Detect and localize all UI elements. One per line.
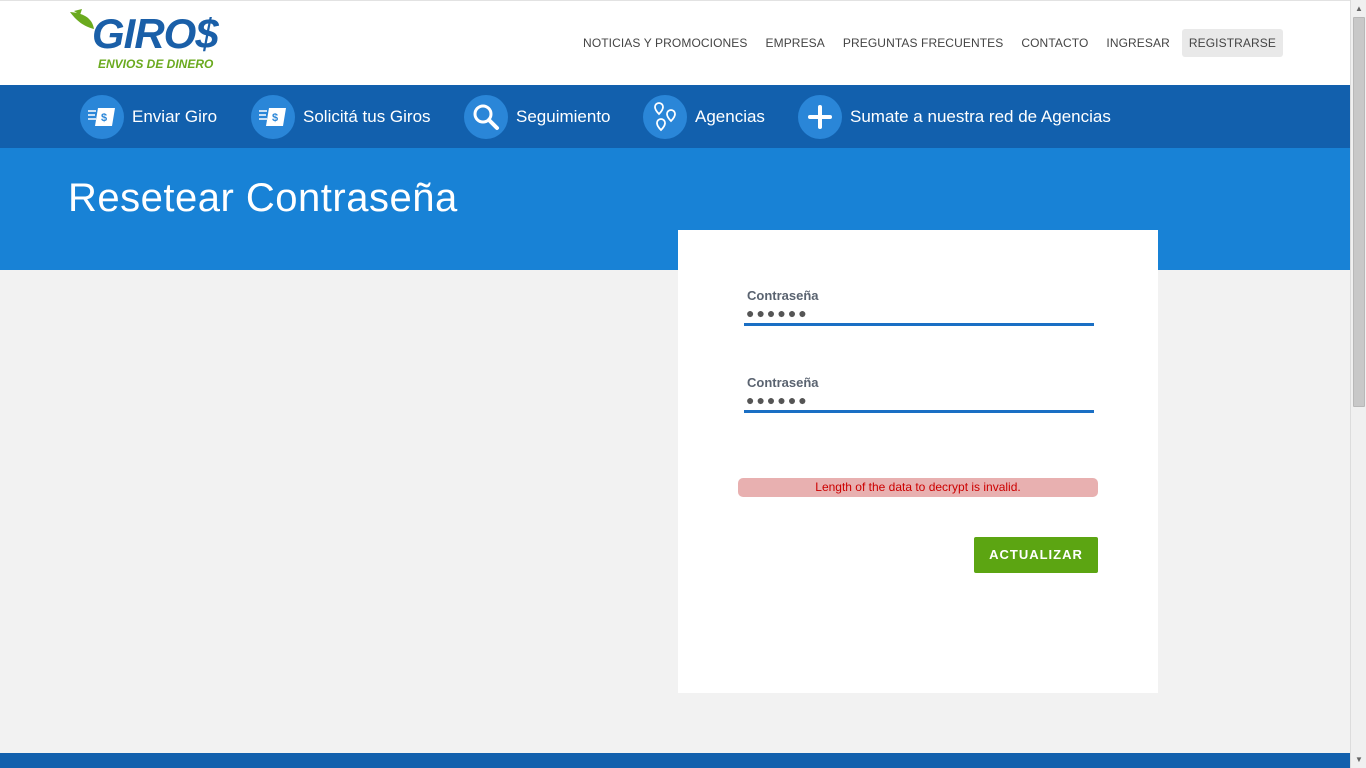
mainnav-label: Seguimiento <box>516 107 611 126</box>
topnav-registrarse[interactable]: REGISTRARSE <box>1181 29 1283 57</box>
topnav-preguntas[interactable]: PREGUNTAS FRECUENTES <box>834 29 1012 57</box>
topnav-empresa[interactable]: EMPRESA <box>757 29 834 57</box>
logo-tagline: ENVIOS DE DINERO <box>98 57 214 71</box>
page-title: Resetear Contraseña <box>68 176 458 220</box>
plus-icon <box>798 95 842 139</box>
giros-logo[interactable]: GIRO$ ENVIOS DE DINERO <box>68 9 228 73</box>
vertical-scrollbar[interactable]: ▲ ▼ <box>1350 0 1366 768</box>
main-navigation: $ Enviar Giro $ Solicitá tus Giros Segui… <box>0 85 1350 148</box>
mainnav-agencias[interactable]: Agencias <box>643 95 765 139</box>
scroll-down-arrow-icon[interactable]: ▼ <box>1351 751 1366 768</box>
confirm-password-label: Contraseña <box>747 375 819 390</box>
topnav-ingresar[interactable]: INGRESAR <box>1097 29 1178 57</box>
mainnav-sumate-red[interactable]: Sumate a nuestra red de Agencias <box>798 95 1111 139</box>
money-transfer-icon: $ <box>80 95 124 139</box>
mainnav-label: Solicitá tus Giros <box>303 107 431 126</box>
scrollbar-thumb[interactable] <box>1353 17 1365 407</box>
password-field: Contraseña ●●●●●● <box>744 288 1094 326</box>
confirm-password-field: Contraseña ●●●●●● <box>744 375 1094 413</box>
mainnav-label: Sumate a nuestra red de Agencias <box>850 107 1111 126</box>
search-icon <box>464 95 508 139</box>
error-message: Length of the data to decrypt is invalid… <box>738 478 1098 497</box>
mainnav-label: Enviar Giro <box>132 107 218 126</box>
map-pin-icon <box>643 95 687 139</box>
actualizar-button[interactable]: ACTUALIZAR <box>974 537 1098 573</box>
password-input[interactable]: ●●●●●● <box>744 304 1094 326</box>
topnav-contacto[interactable]: CONTACTO <box>1012 29 1097 57</box>
money-request-icon: $ <box>251 95 295 139</box>
svg-text:$: $ <box>101 112 107 124</box>
svg-text:$: $ <box>272 112 278 124</box>
site-footer <box>0 753 1350 768</box>
confirm-password-input[interactable]: ●●●●●● <box>744 391 1094 413</box>
mainnav-label: Agencias <box>695 107 765 126</box>
topnav-noticias[interactable]: NOTICIAS Y PROMOCIONES <box>574 29 756 57</box>
password-label: Contraseña <box>747 288 819 303</box>
logo-wordmark: GIRO$ <box>92 10 219 57</box>
scroll-up-arrow-icon[interactable]: ▲ <box>1351 0 1366 17</box>
site-header: GIRO$ ENVIOS DE DINERO NOTICIAS Y PROMOC… <box>0 0 1350 85</box>
top-navigation: NOTICIAS Y PROMOCIONES EMPRESA PREGUNTAS… <box>574 29 1283 57</box>
mainnav-solicita-giros[interactable]: $ Solicitá tus Giros <box>251 95 431 139</box>
reset-password-card: Contraseña ●●●●●● Contraseña ●●●●●● Leng… <box>678 230 1158 693</box>
mainnav-enviar-giro[interactable]: $ Enviar Giro <box>80 95 217 139</box>
mainnav-seguimiento[interactable]: Seguimiento <box>464 95 611 139</box>
